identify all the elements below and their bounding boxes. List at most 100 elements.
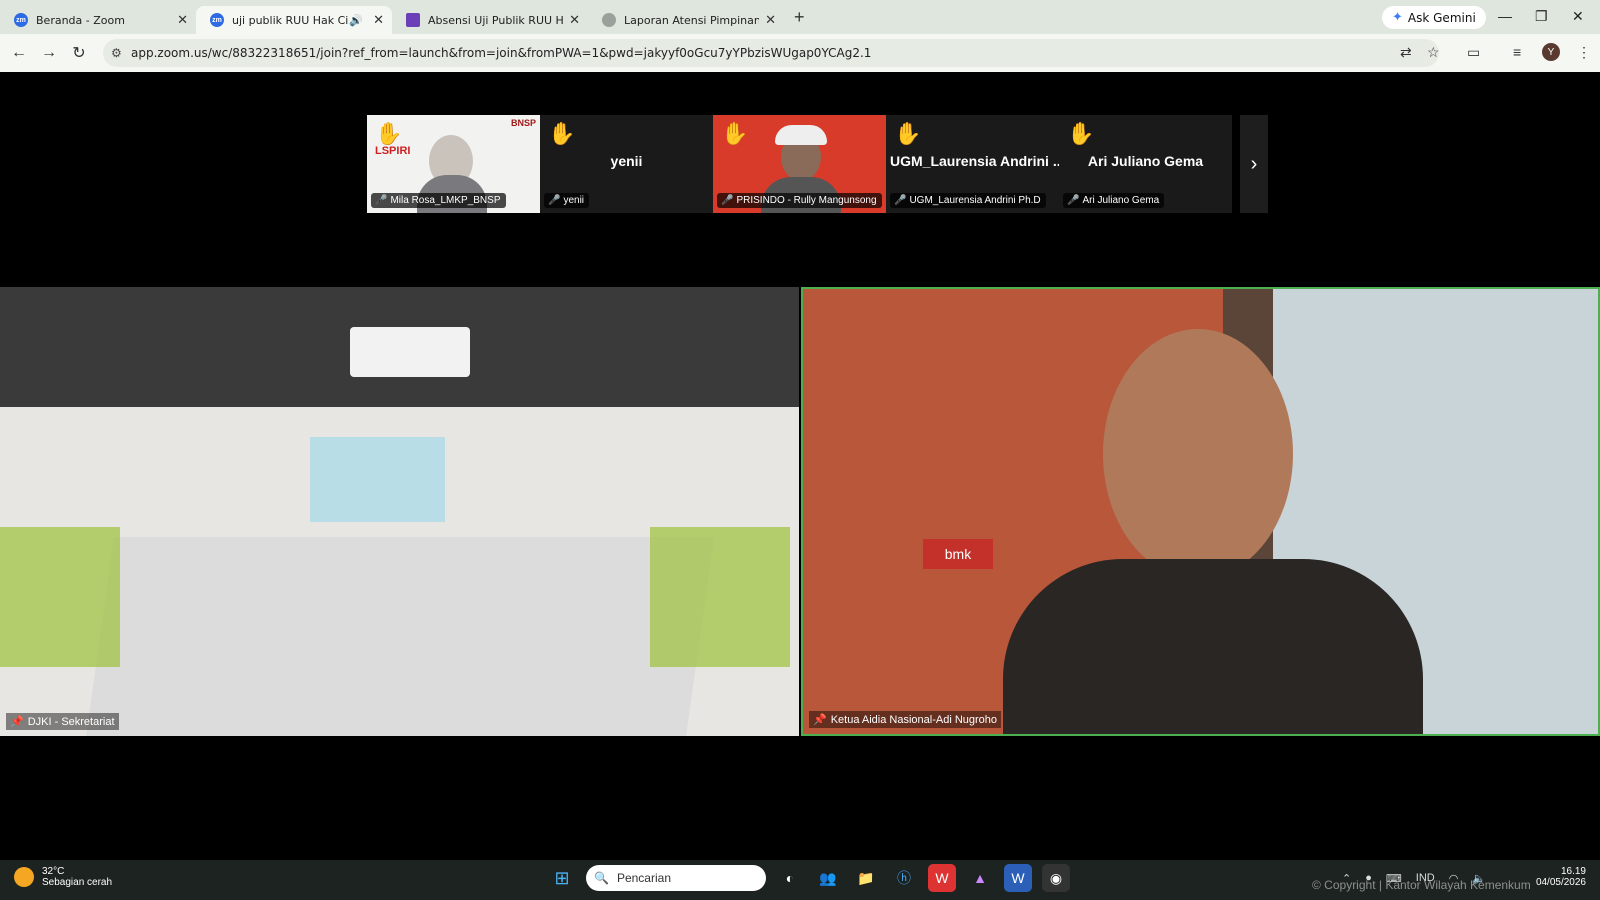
file-explorer-icon[interactable]: 📁 [852, 864, 880, 892]
participant-display-name: yenii [610, 153, 643, 169]
speaker-face [1103, 329, 1293, 579]
browser-tab-bar: zm Beranda - Zoom ✕ zm uji publik RUU Ha… [0, 0, 1600, 34]
hp-icon[interactable]: ⓗ [890, 864, 918, 892]
weather-widget[interactable]: 32°C Sebagian cerah [14, 866, 112, 888]
raised-hand-icon: ✋ [1067, 121, 1095, 146]
next-page-chevron-icon[interactable]: › [1240, 115, 1268, 213]
wall-screen [310, 437, 445, 522]
search-icon: 🔍 [594, 871, 609, 885]
taskbar-search[interactable]: 🔍 Pencarian [586, 865, 766, 891]
mic-muted-icon: 🎤 [721, 195, 734, 206]
media-control-icon[interactable]: ≡ [1513, 44, 1521, 60]
app-icon[interactable]: ▲ [966, 864, 994, 892]
participant-name: Mila Rosa_LMKP_BNSP [390, 195, 501, 206]
clock-time: 16.19 [1560, 866, 1586, 877]
participant-name: Ari Juliano Gema [1082, 195, 1160, 206]
projector [350, 327, 470, 377]
participant-label: 🎤 Mila Rosa_LMKP_BNSP [371, 193, 506, 208]
bnsp-logo: BNSP [510, 118, 536, 128]
bookmark-star-icon[interactable]: ☆ [1427, 44, 1440, 61]
participant-name: PRISINDO - Rully Mangunsong [736, 195, 877, 206]
speaker-body [1003, 559, 1423, 734]
close-icon[interactable]: ✕ [373, 12, 384, 28]
tab-beranda-zoom[interactable]: zm Beranda - Zoom ✕ [0, 6, 196, 34]
search-placeholder: Pencarian [616, 871, 671, 885]
participant-label: 🎤 yenii [544, 193, 590, 208]
participant-tile[interactable]: ✋ yenii 🎤 yenii [540, 115, 713, 213]
participant-display-name: UGM_Laurensia Andrini ... [890, 153, 1059, 169]
forms-icon [406, 13, 420, 27]
raised-hand-icon: ✋ [548, 121, 576, 146]
weather-temp: 32°C [42, 866, 65, 877]
participant-name: UGM_Laurensia Andrini Ph.D [909, 195, 1041, 206]
participant-label: 🎤 Ari Juliano Gema [1063, 193, 1165, 208]
tab-title: Absensi Uji Publik RUU Hak Cip [428, 13, 564, 27]
new-tab-icon[interactable]: + [794, 7, 805, 28]
url-text: app.zoom.us/wc/88322318651/join?ref_from… [131, 46, 872, 60]
zoom-icon: zm [210, 13, 224, 27]
close-window-icon[interactable]: ✕ [1572, 8, 1584, 25]
chairs [0, 527, 120, 667]
participant-tile[interactable]: ✋ 🎤 PRISINDO - Rully Mangunsong [713, 115, 886, 213]
forward-icon[interactable]: → [34, 44, 64, 62]
ask-gemini-button[interactable]: ✦ Ask Gemini [1382, 6, 1486, 29]
chrome-icon[interactable]: ◉ [1042, 864, 1070, 892]
windows-start-icon[interactable]: ⊞ [548, 864, 576, 892]
participant-cap [775, 125, 827, 145]
site-settings-icon[interactable]: ⚙ [111, 46, 122, 60]
video-label: 📌 Ketua Aidia Nasional-Adi Nugroho [809, 711, 1002, 728]
tab-title: Laporan Atensi Pimpinan [624, 13, 760, 27]
restore-icon[interactable]: ❐ [1535, 8, 1548, 25]
participant-display-name: Ari Juliano Gema [1087, 153, 1204, 169]
menu-icon[interactable]: ⋮ [1577, 44, 1591, 61]
close-icon[interactable]: ✕ [765, 12, 776, 28]
teams-icon[interactable]: 👥 [814, 864, 842, 892]
participant-tile[interactable]: LSPIRI BNSP ✋ 🎤 Mila Rosa_LMKP_BNSP [367, 115, 540, 213]
raised-hand-icon: ✋ [894, 121, 922, 146]
video-label: 📌 DJKI - Sekretariat [6, 713, 119, 730]
mic-muted-icon: 🎤 [894, 195, 907, 206]
speaker-icon[interactable]: 🔊 [349, 14, 363, 27]
participant-name: yenii [563, 195, 585, 206]
mic-muted-icon: 🎤 [548, 195, 561, 206]
raised-hand-icon: ✋ [375, 121, 403, 146]
taskbar-apps: ⊞ 🔍 Pencarian ◐ 👥 📁 ⓗ W ▲ W ◉ [548, 864, 1070, 892]
wps-icon[interactable]: W [928, 864, 956, 892]
conference-table [85, 537, 715, 736]
tab-absensi[interactable]: Absensi Uji Publik RUU Hak Cip ✕ [392, 6, 588, 34]
video-name: DJKI - Sekretariat [27, 715, 115, 728]
url-input[interactable]: ⚙ app.zoom.us/wc/88322318651/join?ref_fr… [103, 39, 1439, 67]
video-tile-djki[interactable]: 📌 DJKI - Sekretariat [0, 287, 799, 736]
word-icon[interactable]: W [1004, 864, 1032, 892]
weather-desc: Sebagian cerah [42, 877, 113, 888]
address-bar: ← → ↻ ⚙ app.zoom.us/wc/88322318651/join?… [0, 34, 1600, 72]
mic-muted-icon: 🎤 [375, 195, 388, 206]
tab-title: Beranda - Zoom [36, 13, 125, 27]
close-icon[interactable]: ✕ [177, 12, 188, 28]
tab-uji-publik[interactable]: zm uji publik RUU Hak Cipta 🔊 ✕ [196, 6, 392, 34]
tab-laporan[interactable]: Laporan Atensi Pimpinan ✕ [588, 6, 784, 34]
participant-label: 🎤 UGM_Laurensia Andrini Ph.D [890, 193, 1046, 208]
reload-icon[interactable]: ↻ [64, 43, 94, 63]
gemini-icon: ✦ [1392, 10, 1403, 25]
pin-icon: 📌 [10, 716, 24, 728]
raised-hand-icon: ✋ [721, 121, 749, 146]
cast-icon[interactable]: ▭ [1467, 44, 1480, 61]
clock-date: 04/05/2026 [1535, 877, 1586, 888]
store-sign: bmk [923, 539, 993, 569]
profile-avatar[interactable]: Y [1542, 43, 1560, 61]
copilot-icon[interactable]: ◐ [776, 864, 804, 892]
system-tray[interactable]: 16.19 04/05/2026 [1536, 866, 1586, 888]
tab-title: uji publik RUU Hak Cipta [232, 13, 349, 27]
close-icon[interactable]: ✕ [569, 12, 580, 28]
weather-sun-icon [14, 867, 34, 887]
pin-icon: 📌 [813, 714, 827, 726]
back-icon[interactable]: ← [4, 44, 34, 62]
participant-tile[interactable]: ✋ UGM_Laurensia Andrini ... 🎤 UGM_Laurens… [886, 115, 1059, 213]
copyright-watermark: © Copyright | Kantor Wilayah Kemenkum [1312, 878, 1531, 892]
translate-icon[interactable]: ⇄ [1400, 44, 1412, 61]
participant-tile[interactable]: ✋ Ari Juliano Gema 🎤 Ari Juliano Gema [1059, 115, 1232, 213]
participant-label: 🎤 PRISINDO - Rully Mangunsong [717, 193, 882, 208]
minimize-icon[interactable]: — [1498, 8, 1512, 24]
video-tile-speaker[interactable]: bmk 📌 Ketua Aidia Nasional-Adi Nugroho [801, 287, 1600, 736]
